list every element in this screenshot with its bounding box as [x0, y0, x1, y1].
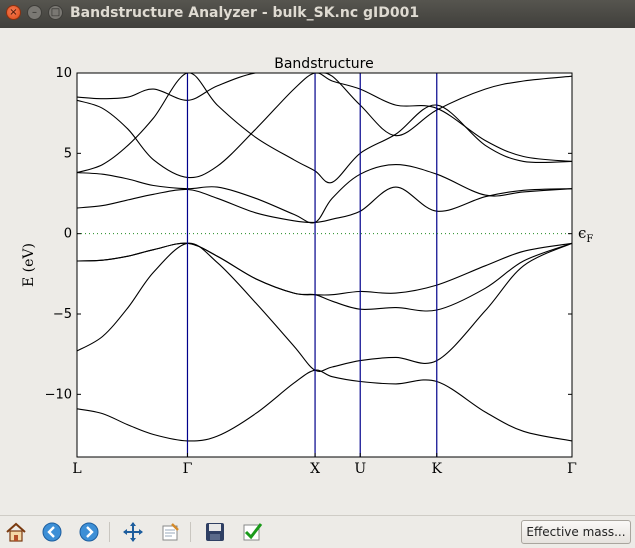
forward-button[interactable]	[77, 520, 101, 544]
back-button[interactable]	[40, 520, 64, 544]
y-tick-label: 5	[64, 146, 72, 161]
window-titlebar[interactable]: × – □ Bandstructure Analyzer - bulk_SK.n…	[0, 0, 635, 28]
pan-button[interactable]	[121, 520, 145, 544]
window-minimize-button[interactable]: –	[27, 5, 42, 20]
navigation-toolbar: Effective mass...	[0, 515, 635, 548]
home-icon	[6, 522, 26, 542]
y-tick-label: 0	[64, 227, 72, 242]
x-tick-label-Γ: Γ	[567, 461, 577, 477]
forward-arrow-icon	[79, 522, 99, 542]
x-tick-label-X: X	[310, 461, 320, 477]
x-tick-label-Γ: Γ	[183, 461, 193, 477]
effective-mass-button[interactable]: Effective mass...	[521, 520, 631, 544]
subplot-config-icon	[162, 523, 179, 541]
y-axis-label: E (eV)	[21, 243, 37, 287]
apply-button[interactable]	[240, 520, 264, 544]
save-floppy-icon	[206, 523, 224, 541]
y-tick-label: −5	[53, 307, 72, 322]
fermi-label: ϵF	[578, 224, 593, 245]
check-icon	[243, 523, 263, 541]
save-button[interactable]	[203, 520, 227, 544]
y-tick-label: −10	[45, 387, 72, 402]
plot-background	[77, 73, 572, 457]
toolbar-separator	[190, 522, 191, 542]
back-arrow-icon	[42, 522, 62, 542]
bandstructure-chart: Bandstructure E (eV) ϵF L Γ X U K Γ 10 5 0 −5 −10	[21, 56, 593, 477]
home-button[interactable]	[4, 520, 28, 544]
fermi-label-subscript: F	[586, 234, 593, 245]
fermi-label-main: ϵ	[578, 224, 586, 242]
toolbar-separator	[109, 522, 110, 542]
window-maximize-button[interactable]: □	[48, 5, 63, 20]
pan-move-icon	[123, 522, 143, 542]
chart-title: Bandstructure	[274, 56, 373, 72]
x-tick-label-U: U	[354, 461, 366, 477]
window-close-button[interactable]: ×	[6, 5, 21, 20]
y-tick-label: 10	[55, 66, 72, 81]
subplot-config-button[interactable]	[158, 520, 182, 544]
plot-canvas[interactable]: Bandstructure E (eV) ϵF L Γ X U K Γ 10 5 0 −5 −10	[0, 28, 635, 515]
x-tick-label-L: L	[72, 461, 81, 477]
window-title: Bandstructure Analyzer - bulk_SK.nc gID0…	[70, 5, 420, 21]
x-tick-label-K: K	[432, 461, 443, 477]
